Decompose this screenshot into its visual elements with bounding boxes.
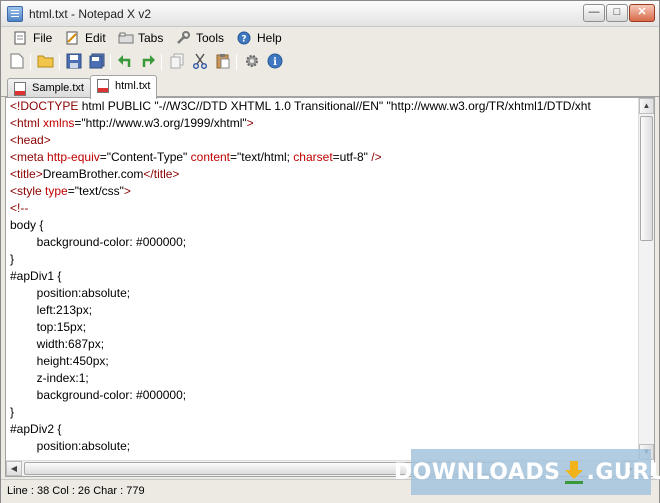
help-icon: ? (237, 31, 253, 45)
title-bar[interactable]: html.txt - Notepad X v2 — □ ✕ (1, 1, 659, 27)
menu-tabs-label: Tabs (138, 31, 164, 45)
code-line: <meta http-equiv="Content-Type" content=… (10, 150, 382, 164)
downloads-guru-watermark: DOWNLOADS .GURU (394, 449, 660, 495)
save-all-button[interactable] (87, 52, 107, 72)
code-line: position:absolute; (10, 286, 131, 300)
redo-button[interactable] (138, 52, 158, 72)
notepad-app-icon (7, 6, 23, 22)
save-button[interactable] (64, 52, 84, 72)
close-button[interactable]: ✕ (629, 4, 655, 22)
svg-text:?: ? (241, 35, 246, 45)
code-line: #apDiv1 { (10, 269, 62, 283)
tab-strip: Sample.txt html.txt (1, 75, 659, 99)
menu-file-label: File (33, 31, 53, 45)
tab-html-txt[interactable]: html.txt (90, 75, 158, 99)
undo-icon (117, 53, 133, 72)
toolbar-separator (30, 54, 31, 70)
open-button[interactable] (36, 52, 56, 72)
menu-edit-label: Edit (85, 31, 106, 45)
code-line: <!DOCTYPE html PUBLIC "-//W3C//DTD XHTML… (10, 99, 591, 113)
info-icon: i (267, 53, 283, 72)
tab-label: Sample.txt (32, 82, 84, 94)
file-menu-icon (13, 31, 29, 45)
menu-tools[interactable]: Tools (176, 29, 224, 47)
menu-tools-label: Tools (196, 31, 225, 45)
cursor-position: Line : 38 Col : 26 Char : 779 (7, 485, 145, 497)
code-line: background-color: #000000; (10, 235, 187, 249)
wrench-icon (176, 31, 192, 45)
code-line: <head> (10, 133, 51, 147)
watermark-text: DOWNLOADS (393, 459, 561, 485)
download-arrow-icon (563, 459, 585, 485)
code-line: z-index:1; (10, 371, 89, 385)
maximize-button[interactable]: □ (606, 4, 628, 22)
minimize-button[interactable]: — (583, 4, 605, 22)
undo-button[interactable] (115, 52, 135, 72)
code-line: <title>DreamBrother.com</title> (10, 167, 180, 181)
toolbar: i (1, 49, 659, 75)
copy-icon (169, 53, 185, 72)
redo-icon (140, 53, 156, 72)
code-line: left:213px; (10, 303, 93, 317)
new-file-button[interactable] (7, 52, 27, 72)
vertical-scroll-thumb[interactable] (640, 116, 653, 241)
code-line: #apDiv2 { (10, 422, 62, 436)
gear-icon (244, 53, 260, 72)
settings-button[interactable] (242, 52, 262, 72)
text-editor[interactable]: <!DOCTYPE html PUBLIC "-//W3C//DTD XHTML… (5, 97, 655, 477)
window-title: html.txt - Notepad X v2 (29, 7, 152, 21)
save-all-icon (89, 53, 105, 72)
code-line: } (10, 252, 15, 266)
menu-help-label: Help (257, 31, 282, 45)
code-line: body { (10, 218, 44, 232)
tabs-menu-icon (118, 31, 134, 45)
new-file-icon (10, 53, 24, 72)
edit-menu-icon (65, 31, 81, 45)
code-line: height:450px; (10, 354, 109, 368)
tab-sample-txt[interactable]: Sample.txt (7, 78, 91, 98)
save-icon (66, 53, 82, 72)
app-window: html.txt - Notepad X v2 — □ ✕ File Edit … (0, 0, 660, 503)
svg-text:i: i (273, 57, 277, 68)
menu-bar: File Edit Tabs Tools ? Help (1, 27, 659, 49)
toolbar-separator (59, 54, 60, 70)
paste-button[interactable] (213, 52, 233, 72)
menu-tabs[interactable]: Tabs (118, 29, 163, 47)
toolbar-separator (161, 54, 162, 70)
code-line: <html xmlns="http://www.w3.org/1999/xhtm… (10, 116, 254, 130)
menu-edit[interactable]: Edit (65, 29, 106, 47)
cut-button[interactable] (190, 52, 210, 72)
open-folder-icon (37, 54, 55, 71)
tab-label: html.txt (115, 80, 151, 92)
text-file-icon (97, 79, 109, 93)
code-line: <!-- (10, 201, 29, 215)
code-area[interactable]: <!DOCTYPE html PUBLIC "-//W3C//DTD XHTML… (10, 98, 638, 456)
code-line: } (10, 405, 15, 419)
watermark-suffix: .GURU (586, 459, 660, 485)
scroll-up-arrow[interactable]: ▲ (639, 98, 654, 114)
vertical-scrollbar[interactable]: ▲ ▼ (638, 98, 654, 460)
copy-button[interactable] (167, 52, 187, 72)
menu-file[interactable]: File (13, 29, 52, 47)
about-button[interactable]: i (265, 52, 285, 72)
code-line: width:687px; (10, 337, 105, 351)
toolbar-separator (110, 54, 111, 70)
menu-help[interactable]: ? Help (237, 29, 282, 47)
scroll-left-arrow[interactable]: ◀ (6, 461, 22, 476)
code-line: <style type="text/css"> (10, 184, 131, 198)
code-line: top:15px; (10, 320, 87, 334)
code-line: background-color: #000000; (10, 388, 187, 402)
text-file-icon (14, 82, 26, 96)
cut-icon (192, 53, 208, 72)
toolbar-separator (236, 54, 237, 70)
paste-icon (215, 53, 231, 72)
